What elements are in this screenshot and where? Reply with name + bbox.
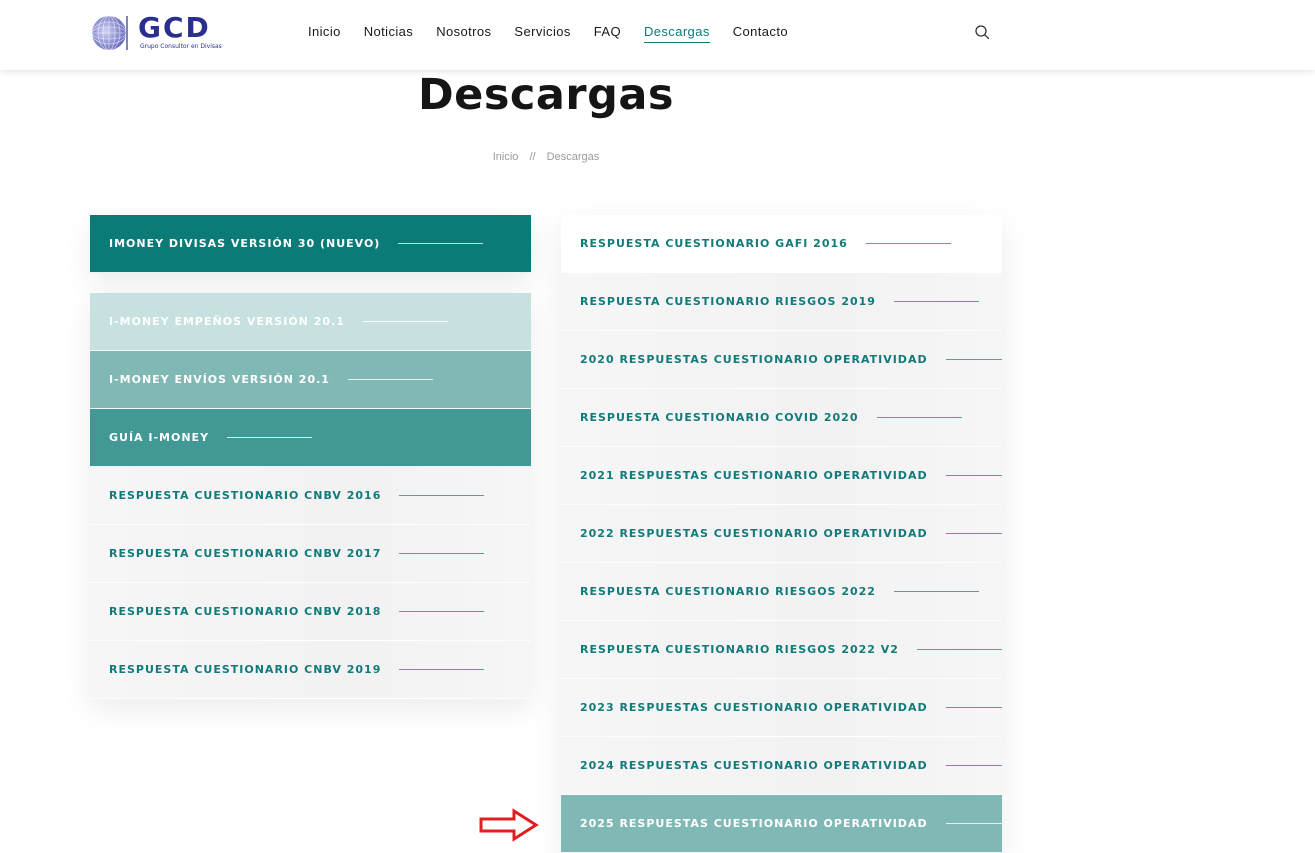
download-item[interactable]: RESPUESTA CUESTIONARIO CNBV 2016 [90,467,531,525]
breadcrumb: Inicio // Descargas [0,151,1092,163]
download-item-label: I-MONEY ENVÍOS VERSIÓN 20.1 [109,373,330,386]
decorative-line [945,823,1002,824]
decorative-line [399,495,485,496]
decorative-line [362,321,448,322]
decorative-line [945,359,1002,360]
download-item-label: 2025 RESPUESTAS CUESTIONARIO OPERATIVIDA… [580,817,928,830]
download-item[interactable]: RESPUESTA CUESTIONARIO CNBV 2017 [90,525,531,583]
download-item-label: RESPUESTA CUESTIONARIO CNBV 2018 [109,605,382,618]
nav-noticias[interactable]: Noticias [364,24,413,43]
nav-nosotros[interactable]: Nosotros [436,24,491,43]
nav-descargas[interactable]: Descargas [643,24,710,43]
decorative-line [945,765,1002,766]
download-item[interactable]: RESPUESTA CUESTIONARIO RIESGOS 2019 [561,273,1002,331]
breadcrumb-current: Descargas [546,151,600,163]
download-item-imoney-divisas[interactable]: IMONEY DIVISAS VERSIÓN 30 (NUEVO) [90,215,531,273]
download-item[interactable]: I-MONEY EMPEÑOS VERSIÓN 20.1 [90,293,531,351]
nav-faq[interactable]: FAQ [594,24,621,43]
download-item[interactable]: RESPUESTA CUESTIONARIO RIESGOS 2022 V2 [561,621,1002,679]
page-title: Descargas [417,70,675,120]
decorative-line [399,553,485,554]
decorative-line [945,475,1002,476]
download-item[interactable]: 2023 RESPUESTAS CUESTIONARIO OPERATIVIDA… [561,679,1002,737]
download-item-label: GUÍA I-MONEY [109,431,210,444]
globe-logo-icon [91,15,128,51]
logo-text: GCD [138,11,211,44]
download-item-label: RESPUESTA CUESTIONARIO GAFI 2016 [580,237,848,250]
decorative-line [893,301,979,302]
nav-inicio[interactable]: Inicio [308,24,341,43]
decorative-line [876,417,962,418]
decorative-line [227,437,313,438]
breadcrumb-separator: // [529,151,536,163]
download-item[interactable]: 2021 RESPUESTAS CUESTIONARIO OPERATIVIDA… [561,447,1002,505]
download-item-label: IMONEY DIVISAS VERSIÓN 30 (NUEVO) [109,237,381,250]
download-item-label: RESPUESTA CUESTIONARIO CNBV 2019 [109,663,382,676]
decorative-line [865,243,951,244]
logo-subtext: Grupo Consultor en Divisas [140,43,222,50]
download-item-label: I-MONEY EMPEÑOS VERSIÓN 20.1 [109,315,345,328]
download-item[interactable]: 2022 RESPUESTAS CUESTIONARIO OPERATIVIDA… [561,505,1002,563]
download-item-label: 2020 RESPUESTAS CUESTIONARIO OPERATIVIDA… [580,353,928,366]
download-item[interactable]: RESPUESTA CUESTIONARIO GAFI 2016 [561,215,1002,273]
decorative-line [347,379,433,380]
download-item-label: 2021 RESPUESTAS CUESTIONARIO OPERATIVIDA… [580,469,928,482]
download-item-label: 2023 RESPUESTAS CUESTIONARIO OPERATIVIDA… [580,701,928,714]
download-item-label: RESPUESTA CUESTIONARIO CNBV 2017 [109,547,382,560]
download-item-label: RESPUESTA CUESTIONARIO RIESGOS 2019 [580,295,876,308]
decorative-line [893,591,979,592]
main-nav: Inicio Noticias Nosotros Servicios FAQ D… [308,24,811,43]
download-item[interactable]: 2024 RESPUESTAS CUESTIONARIO OPERATIVIDA… [561,737,1002,795]
download-item[interactable]: 2020 RESPUESTAS CUESTIONARIO OPERATIVIDA… [561,331,1002,389]
download-item-label: RESPUESTA CUESTIONARIO RIESGOS 2022 V2 [580,643,899,656]
site-logo[interactable]: GCD Grupo Consultor en Divisas [90,11,230,54]
download-item-label: 2024 RESPUESTAS CUESTIONARIO OPERATIVIDA… [580,759,928,772]
search-icon[interactable] [974,24,990,40]
left-download-list: I-MONEY EMPEÑOS VERSIÓN 20.1 I-MONEY ENV… [90,293,531,699]
nav-contacto[interactable]: Contacto [733,24,788,43]
download-item-label: RESPUESTA CUESTIONARIO CNBV 2016 [109,489,382,502]
site-header: GCD Grupo Consultor en Divisas Inicio No… [0,0,1315,70]
left-download-top: IMONEY DIVISAS VERSIÓN 30 (NUEVO) [90,215,531,273]
download-item-highlighted[interactable]: 2025 RESPUESTAS CUESTIONARIO OPERATIVIDA… [561,795,1002,853]
decorative-line [398,243,484,244]
download-item[interactable]: RESPUESTA CUESTIONARIO COVID 2020 [561,389,1002,447]
download-item-label: RESPUESTA CUESTIONARIO COVID 2020 [580,411,859,424]
download-item[interactable]: I-MONEY ENVÍOS VERSIÓN 20.1 [90,351,531,409]
decorative-line [399,669,485,670]
download-item[interactable]: RESPUESTA CUESTIONARIO CNBV 2019 [90,641,531,699]
download-item-label: 2022 RESPUESTAS CUESTIONARIO OPERATIVIDA… [580,527,928,540]
download-item[interactable]: GUÍA I-MONEY [90,409,531,467]
decorative-line [945,707,1002,708]
red-arrow-icon [479,808,539,842]
breadcrumb-home-link[interactable]: Inicio [493,151,519,163]
nav-servicios[interactable]: Servicios [514,24,570,43]
download-item[interactable]: RESPUESTA CUESTIONARIO CNBV 2018 [90,583,531,641]
decorative-line [399,611,485,612]
decorative-line [945,533,1002,534]
right-download-list: RESPUESTA CUESTIONARIO GAFI 2016 RESPUES… [561,215,1002,853]
decorative-line [916,649,1002,650]
download-item-label: RESPUESTA CUESTIONARIO RIESGOS 2022 [580,585,876,598]
download-item[interactable]: RESPUESTA CUESTIONARIO RIESGOS 2022 [561,563,1002,621]
